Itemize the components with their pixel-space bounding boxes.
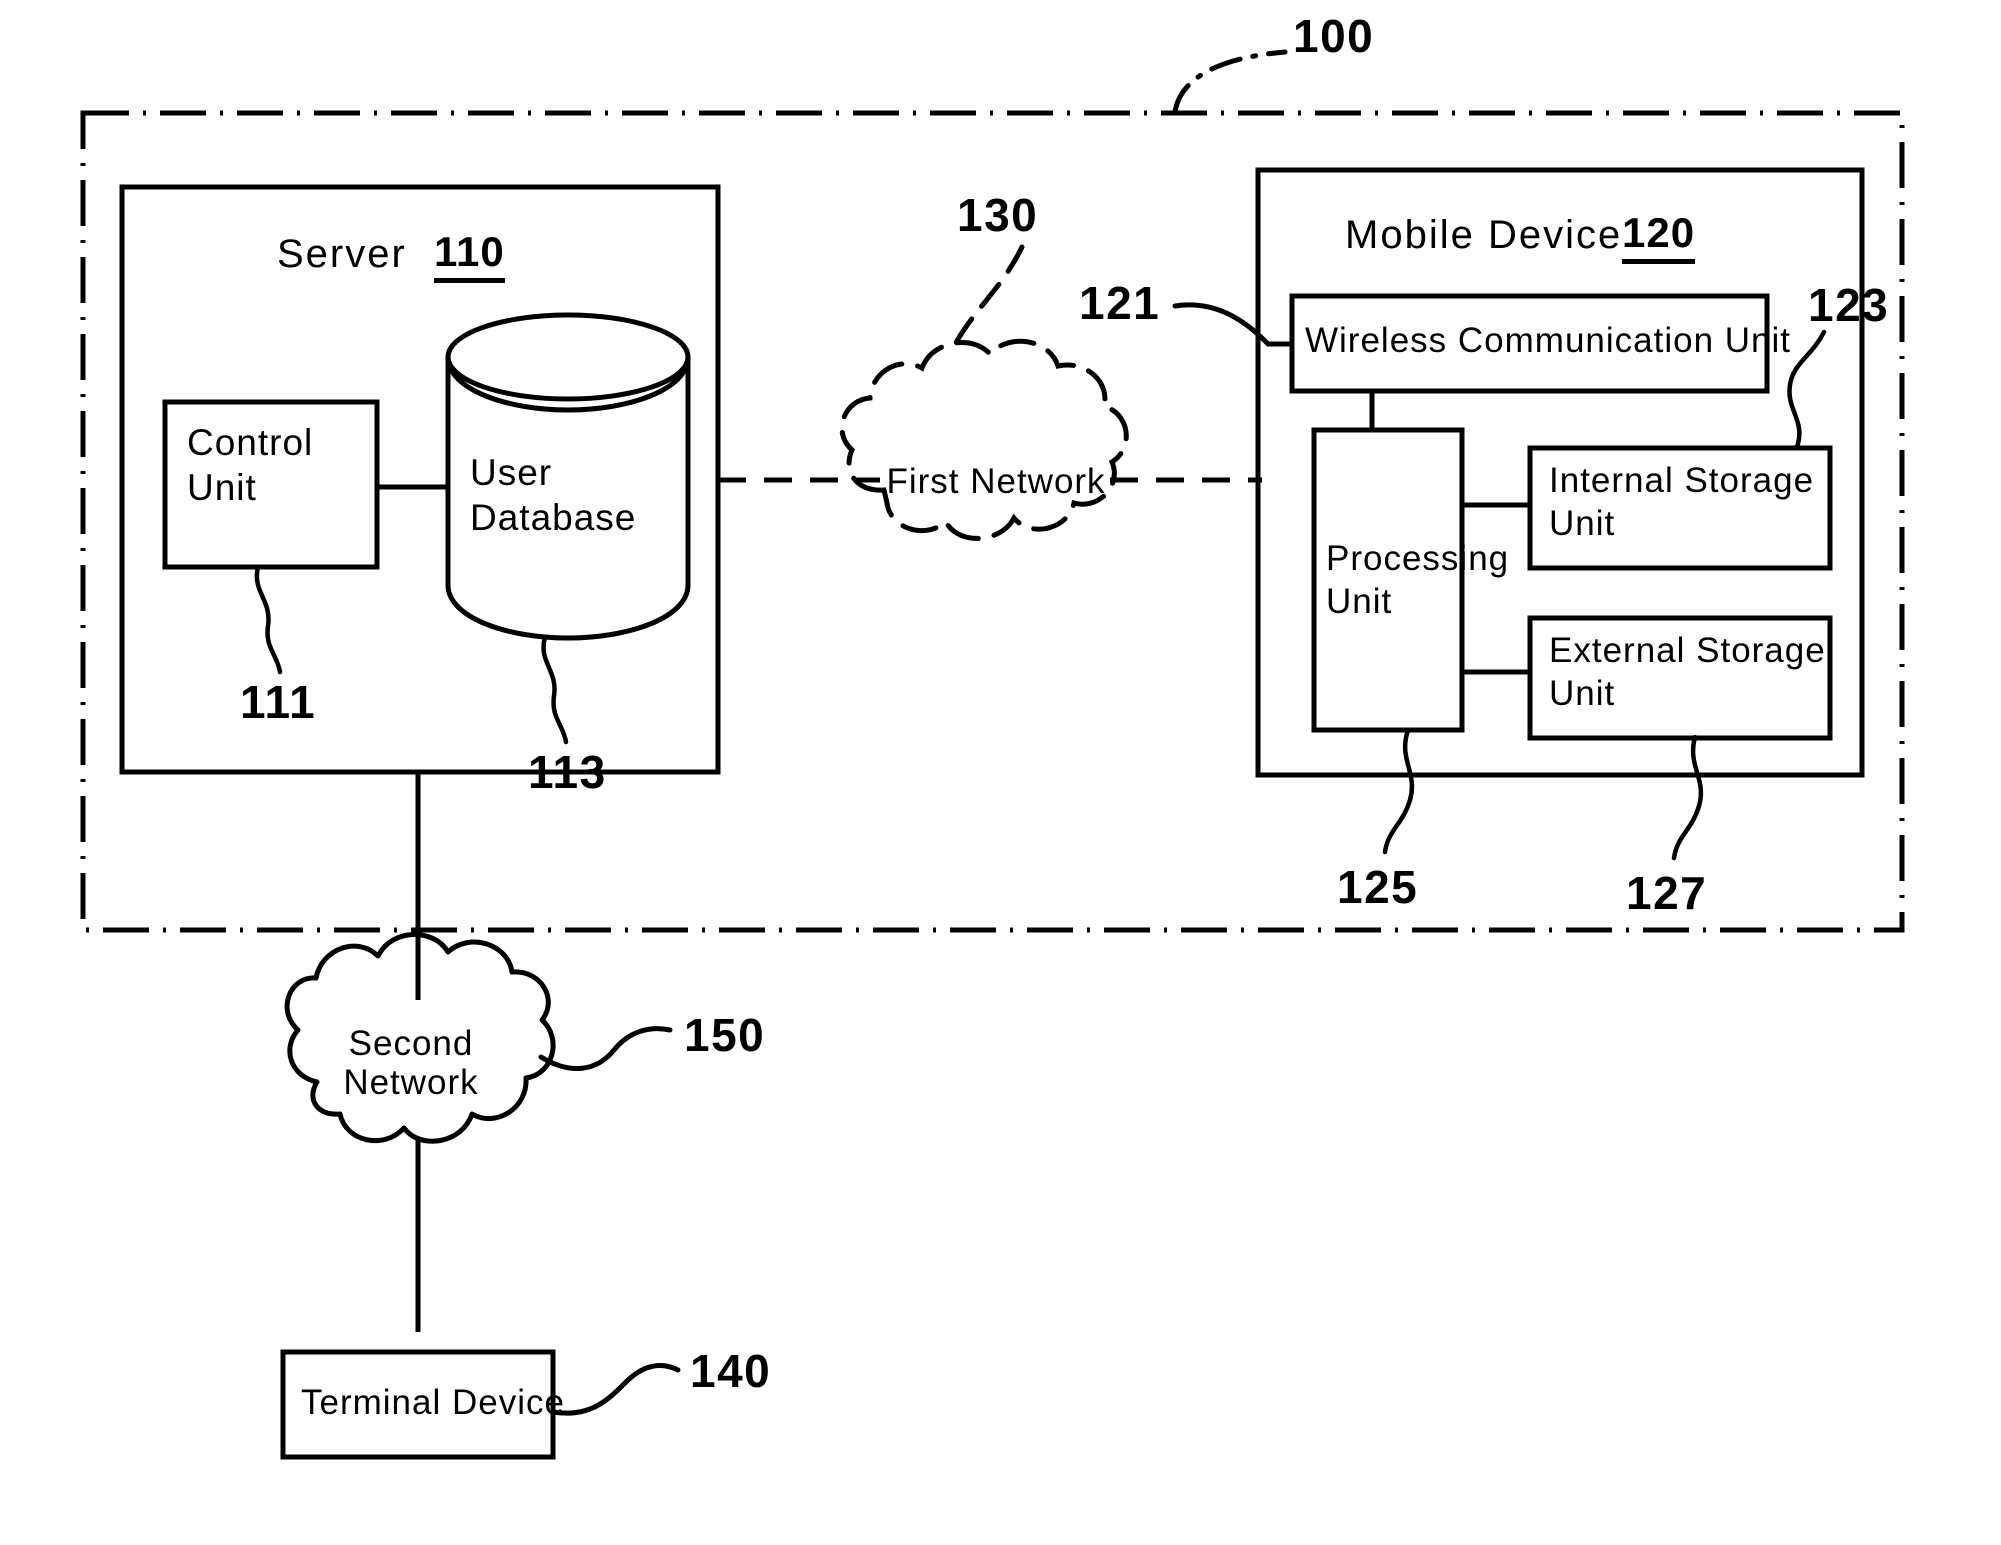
processing-unit-label-line2: Unit: [1326, 581, 1393, 621]
second-network-label-line1: Second: [348, 1024, 474, 1063]
ref-leader-121: [1172, 302, 1295, 347]
ref-number-113: 113: [528, 746, 607, 798]
control-unit-label: Control Unit: [187, 420, 313, 510]
external-storage-unit-label: External Storage Unit: [1549, 630, 1826, 715]
second-network-label-line2: Network: [343, 1063, 479, 1103]
control-unit-label-line1: Control: [187, 422, 314, 463]
wireless-communication-unit-label: Wireless Communication Unit: [1305, 321, 1792, 360]
internal-storage-unit-label-line1: Internal Storage: [1549, 461, 1815, 500]
ref-number-100: 100: [1293, 10, 1375, 62]
mobile-device-ref-number: 120: [1622, 209, 1696, 265]
user-database-label: User Database: [470, 450, 636, 540]
ref-number-121: 121: [1079, 277, 1161, 329]
ref-leader-113: [541, 634, 569, 745]
ref-number-127: 127: [1626, 867, 1708, 919]
external-storage-unit-label-line2: Unit: [1549, 673, 1616, 713]
user-database-label-line1: User: [470, 452, 553, 493]
ref-leader-140: [550, 1363, 681, 1416]
processing-unit-label-line1: Processing: [1326, 539, 1510, 578]
control-unit-label-line2: Unit: [187, 467, 257, 509]
first-network-cloud: [839, 338, 1129, 541]
patent-figure: 100 Server 110 Control Unit 111 User Dat…: [0, 0, 2001, 1545]
server-ref-number: 110: [434, 228, 505, 284]
ref-number-123: 123: [1808, 279, 1890, 331]
server-title: Server: [277, 232, 407, 276]
internal-storage-unit-label-line2: Unit: [1549, 503, 1616, 543]
ref-leader-123: [1787, 329, 1827, 450]
second-network-label: Second Network: [343, 1024, 478, 1102]
ref-number-140: 140: [690, 1345, 772, 1397]
mobile-device-title: Mobile Device: [1345, 213, 1623, 257]
processing-unit-label: Processing Unit: [1326, 538, 1509, 623]
ref-number-111: 111: [240, 676, 317, 728]
ref-leader-125: [1382, 727, 1415, 855]
ref-leader-150: [538, 1026, 673, 1072]
ref-number-150: 150: [684, 1009, 766, 1061]
first-network-label: First Network: [886, 462, 1106, 501]
user-database-label-line2: Database: [470, 497, 637, 539]
terminal-device-label: Terminal Device: [301, 1383, 565, 1422]
ref-leader-111: [254, 564, 283, 675]
internal-storage-unit-label: Internal Storage Unit: [1549, 460, 1814, 545]
ref-leader-100: [1172, 49, 1288, 115]
ref-number-125: 125: [1337, 861, 1419, 913]
external-storage-unit-label-line1: External Storage: [1549, 631, 1826, 670]
ref-leader-130-curve: [948, 244, 1025, 355]
ref-leader-127: [1671, 734, 1704, 861]
ref-number-130: 130: [957, 189, 1039, 241]
